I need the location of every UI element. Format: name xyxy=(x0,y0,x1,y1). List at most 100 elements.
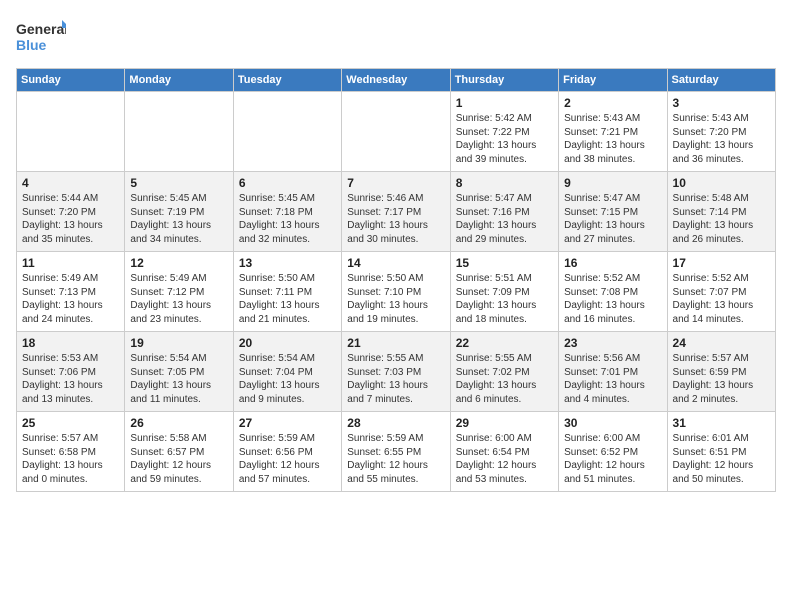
day-number: 7 xyxy=(347,176,444,190)
day-cell: 20 Sunrise: 5:54 AM Sunset: 7:04 PM Dayli… xyxy=(233,332,341,412)
day-number: 24 xyxy=(673,336,770,350)
day-cell xyxy=(342,92,450,172)
day-cell: 12 Sunrise: 5:49 AM Sunset: 7:12 PM Dayli… xyxy=(125,252,233,332)
weekday-header-thursday: Thursday xyxy=(450,69,558,92)
day-cell: 4 Sunrise: 5:44 AM Sunset: 7:20 PM Daylig… xyxy=(17,172,125,252)
day-number: 27 xyxy=(239,416,336,430)
day-number: 3 xyxy=(673,96,770,110)
day-info: Sunrise: 5:45 AM Sunset: 7:18 PM Dayligh… xyxy=(239,192,336,246)
day-cell xyxy=(233,92,341,172)
day-number: 4 xyxy=(22,176,119,190)
day-info: Sunrise: 5:45 AM Sunset: 7:19 PM Dayligh… xyxy=(130,192,227,246)
day-info: Sunrise: 5:54 AM Sunset: 7:05 PM Dayligh… xyxy=(130,352,227,406)
day-number: 6 xyxy=(239,176,336,190)
day-number: 30 xyxy=(564,416,661,430)
svg-text:General: General xyxy=(16,21,66,37)
day-cell: 15 Sunrise: 5:51 AM Sunset: 7:09 PM Dayli… xyxy=(450,252,558,332)
day-info: Sunrise: 5:54 AM Sunset: 7:04 PM Dayligh… xyxy=(239,352,336,406)
day-cell: 21 Sunrise: 5:55 AM Sunset: 7:03 PM Dayli… xyxy=(342,332,450,412)
day-number: 19 xyxy=(130,336,227,350)
day-cell: 13Sunrise: 5:50 AM Sunset: 7:11 PM Dayli… xyxy=(233,252,341,332)
day-number: 25 xyxy=(22,416,119,430)
day-cell: 6 Sunrise: 5:45 AM Sunset: 7:18 PM Daylig… xyxy=(233,172,341,252)
day-number: 1 xyxy=(456,96,553,110)
day-cell: 30 Sunrise: 6:00 AM Sunset: 6:52 PM Dayli… xyxy=(559,412,667,492)
week-row-5: 25Sunrise: 5:57 AM Sunset: 6:58 PM Dayli… xyxy=(17,412,776,492)
day-info: Sunrise: 6:01 AM Sunset: 6:51 PM Dayligh… xyxy=(673,432,770,486)
svg-text:Blue: Blue xyxy=(16,37,47,53)
day-number: 9 xyxy=(564,176,661,190)
day-cell: 11Sunrise: 5:49 AM Sunset: 7:13 PM Dayli… xyxy=(17,252,125,332)
day-info: Sunrise: 6:00 AM Sunset: 6:52 PM Dayligh… xyxy=(564,432,661,486)
day-cell: 25Sunrise: 5:57 AM Sunset: 6:58 PM Dayli… xyxy=(17,412,125,492)
day-info: Sunrise: 5:43 AM Sunset: 7:21 PM Dayligh… xyxy=(564,112,661,166)
day-info: Sunrise: 5:58 AM Sunset: 6:57 PM Dayligh… xyxy=(130,432,227,486)
week-row-2: 4 Sunrise: 5:44 AM Sunset: 7:20 PM Daylig… xyxy=(17,172,776,252)
day-info: Sunrise: 5:46 AM Sunset: 7:17 PM Dayligh… xyxy=(347,192,444,246)
weekday-header-wednesday: Wednesday xyxy=(342,69,450,92)
day-info: Sunrise: 5:44 AM Sunset: 7:20 PM Dayligh… xyxy=(22,192,119,246)
day-number: 21 xyxy=(347,336,444,350)
day-cell: 18Sunrise: 5:53 AM Sunset: 7:06 PM Dayli… xyxy=(17,332,125,412)
day-cell: 3 Sunrise: 5:43 AM Sunset: 7:20 PM Daylig… xyxy=(667,92,775,172)
weekday-header-monday: Monday xyxy=(125,69,233,92)
day-cell: 27 Sunrise: 5:59 AM Sunset: 6:56 PM Dayli… xyxy=(233,412,341,492)
day-cell xyxy=(17,92,125,172)
day-number: 29 xyxy=(456,416,553,430)
day-number: 2 xyxy=(564,96,661,110)
weekday-header-row: SundayMondayTuesdayWednesdayThursdayFrid… xyxy=(17,69,776,92)
day-cell: 29 Sunrise: 6:00 AM Sunset: 6:54 PM Dayli… xyxy=(450,412,558,492)
day-number: 23 xyxy=(564,336,661,350)
day-cell: 19 Sunrise: 5:54 AM Sunset: 7:05 PM Dayli… xyxy=(125,332,233,412)
day-number: 10 xyxy=(673,176,770,190)
day-info: Sunrise: 5:47 AM Sunset: 7:15 PM Dayligh… xyxy=(564,192,661,246)
day-cell: 31 Sunrise: 6:01 AM Sunset: 6:51 PM Dayli… xyxy=(667,412,775,492)
day-number: 15 xyxy=(456,256,553,270)
day-cell: 7 Sunrise: 5:46 AM Sunset: 7:17 PM Daylig… xyxy=(342,172,450,252)
day-cell: 24 Sunrise: 5:57 AM Sunset: 6:59 PM Dayli… xyxy=(667,332,775,412)
day-info: Sunrise: 5:43 AM Sunset: 7:20 PM Dayligh… xyxy=(673,112,770,166)
day-info: Sunrise: 5:55 AM Sunset: 7:02 PM Dayligh… xyxy=(456,352,553,406)
day-info: Sunrise: 5:59 AM Sunset: 6:55 PM Dayligh… xyxy=(347,432,444,486)
day-info: Sunrise: 5:59 AM Sunset: 6:56 PM Dayligh… xyxy=(239,432,336,486)
day-number: 18 xyxy=(22,336,119,350)
day-cell: 26 Sunrise: 5:58 AM Sunset: 6:57 PM Dayli… xyxy=(125,412,233,492)
day-info: Sunrise: 5:52 AM Sunset: 7:07 PM Dayligh… xyxy=(673,272,770,326)
day-info: Sunrise: 5:55 AM Sunset: 7:03 PM Dayligh… xyxy=(347,352,444,406)
weekday-header-friday: Friday xyxy=(559,69,667,92)
day-number: 17 xyxy=(673,256,770,270)
weekday-header-saturday: Saturday xyxy=(667,69,775,92)
week-row-1: 1Sunrise: 5:42 AM Sunset: 7:22 PM Daylig… xyxy=(17,92,776,172)
day-number: 5 xyxy=(130,176,227,190)
page-header: General Blue xyxy=(16,16,776,58)
day-info: Sunrise: 5:50 AM Sunset: 7:11 PM Dayligh… xyxy=(239,272,336,326)
day-number: 20 xyxy=(239,336,336,350)
day-info: Sunrise: 5:51 AM Sunset: 7:09 PM Dayligh… xyxy=(456,272,553,326)
day-number: 26 xyxy=(130,416,227,430)
day-number: 22 xyxy=(456,336,553,350)
day-cell: 10 Sunrise: 5:48 AM Sunset: 7:14 PM Dayli… xyxy=(667,172,775,252)
day-info: Sunrise: 5:57 AM Sunset: 6:59 PM Dayligh… xyxy=(673,352,770,406)
week-row-3: 11Sunrise: 5:49 AM Sunset: 7:13 PM Dayli… xyxy=(17,252,776,332)
day-cell: 1Sunrise: 5:42 AM Sunset: 7:22 PM Daylig… xyxy=(450,92,558,172)
day-cell: 9 Sunrise: 5:47 AM Sunset: 7:15 PM Daylig… xyxy=(559,172,667,252)
day-info: Sunrise: 5:49 AM Sunset: 7:12 PM Dayligh… xyxy=(130,272,227,326)
day-cell: 22 Sunrise: 5:55 AM Sunset: 7:02 PM Dayli… xyxy=(450,332,558,412)
week-row-4: 18Sunrise: 5:53 AM Sunset: 7:06 PM Dayli… xyxy=(17,332,776,412)
day-cell: 16Sunrise: 5:52 AM Sunset: 7:08 PM Dayli… xyxy=(559,252,667,332)
logo-svg: General Blue xyxy=(16,16,66,58)
day-cell: 28 Sunrise: 5:59 AM Sunset: 6:55 PM Dayli… xyxy=(342,412,450,492)
day-cell: 23 Sunrise: 5:56 AM Sunset: 7:01 PM Dayli… xyxy=(559,332,667,412)
day-info: Sunrise: 5:50 AM Sunset: 7:10 PM Dayligh… xyxy=(347,272,444,326)
day-cell: 5 Sunrise: 5:45 AM Sunset: 7:19 PM Daylig… xyxy=(125,172,233,252)
day-info: Sunrise: 5:49 AM Sunset: 7:13 PM Dayligh… xyxy=(22,272,119,326)
day-number: 8 xyxy=(456,176,553,190)
day-number: 28 xyxy=(347,416,444,430)
day-cell: 8Sunrise: 5:47 AM Sunset: 7:16 PM Daylig… xyxy=(450,172,558,252)
day-number: 31 xyxy=(673,416,770,430)
day-info: Sunrise: 5:48 AM Sunset: 7:14 PM Dayligh… xyxy=(673,192,770,246)
logo: General Blue xyxy=(16,16,66,58)
day-number: 12 xyxy=(130,256,227,270)
day-info: Sunrise: 6:00 AM Sunset: 6:54 PM Dayligh… xyxy=(456,432,553,486)
day-info: Sunrise: 5:56 AM Sunset: 7:01 PM Dayligh… xyxy=(564,352,661,406)
